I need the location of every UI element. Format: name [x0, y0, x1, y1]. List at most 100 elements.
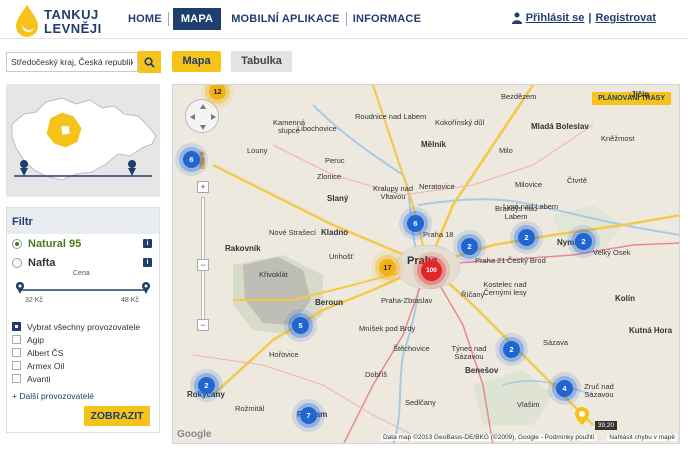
search-button[interactable] [138, 51, 161, 73]
more-operators-label: Další provozovatelé [19, 391, 94, 401]
operator-label: Agip [27, 334, 45, 345]
map-town: Kralupy nad Vltavou [372, 184, 414, 201]
nav-home[interactable]: HOME [122, 8, 168, 30]
station-cluster[interactable]: 2 [461, 238, 478, 255]
region-map[interactable] [6, 84, 160, 197]
fuel-drop-logo-icon [16, 5, 38, 37]
pan-control[interactable] [185, 99, 219, 133]
operator-all[interactable]: Vybrat všechny provozovatele [12, 320, 140, 333]
map-town: Kokořínský důl [435, 118, 485, 127]
google-logo: Google [177, 429, 212, 440]
radio-unselected[interactable] [12, 258, 22, 268]
map-town: Čtvrtě [567, 176, 588, 185]
map-town: Mělník [421, 140, 446, 149]
checkbox[interactable] [12, 361, 21, 370]
map-town: Kolín [615, 294, 635, 303]
tab-table[interactable]: Tabulka [231, 51, 292, 72]
operator-label: Vybrat všechny provozovatele [27, 321, 141, 332]
checkbox[interactable] [12, 374, 21, 383]
operator-armex[interactable]: Armex Oil [12, 359, 140, 372]
map-town: Praha 21 [475, 256, 506, 265]
report-map-error-link[interactable]: Nahlásit chybu v mapě [607, 434, 677, 441]
map-town: Roudnice nad Labem [355, 112, 427, 121]
station-cluster[interactable]: 100 [421, 260, 442, 281]
operator-albert[interactable]: Albert ČS [12, 346, 140, 359]
tab-map[interactable]: Mapa [172, 51, 221, 72]
station-cluster[interactable]: 17 [379, 259, 396, 276]
radio-selected[interactable] [12, 239, 22, 249]
map-town: Kostelec nad Černými lesy [483, 280, 527, 297]
map-town: Louny [247, 146, 268, 155]
station-cluster[interactable]: 4 [556, 380, 573, 397]
price-label: Cena [73, 270, 90, 277]
operator-label: Armex Oil [27, 360, 65, 371]
map-town: Mníšek pod Brdy [359, 324, 416, 333]
fuel-option-nafta[interactable]: Nafta [12, 257, 56, 269]
station-cluster[interactable]: 2 [575, 233, 592, 250]
logo-line2: LEVNĚJI [44, 21, 102, 36]
map-town: Český Brod [507, 256, 546, 265]
info-icon[interactable]: i [143, 239, 152, 248]
checkbox-checked[interactable] [12, 322, 21, 331]
fuel-station-marker-icon[interactable] [575, 407, 589, 425]
nav-map[interactable]: MAPA [172, 8, 222, 30]
operator-agip[interactable]: Agip [12, 333, 140, 346]
zoom-out-button[interactable]: − [197, 319, 209, 331]
map-town: Kutná Hora [629, 326, 673, 335]
search-icon [144, 56, 155, 68]
show-button[interactable]: ZOBRAZIT [84, 406, 150, 426]
fuel-label: Nafta [28, 257, 56, 269]
login-link[interactable]: Přihlásit se [526, 12, 585, 24]
map-town: Vlašim [517, 400, 540, 409]
station-cluster[interactable]: 2 [518, 229, 535, 246]
map-town: Slaný [327, 194, 349, 203]
map-town: Sázava [543, 338, 569, 347]
map-town: Benešov [465, 366, 499, 375]
checkbox[interactable] [12, 348, 21, 357]
station-cluster[interactable]: 7 [300, 407, 317, 424]
filter-panel: Filtr Natural 95 i Nafta i Cena 32 Kč 48… [6, 207, 160, 433]
nav-mobile-app[interactable]: MOBILNÍ APLIKACE [225, 8, 346, 30]
map-town: Praha-Zbraslav [381, 296, 433, 305]
operator-avanti[interactable]: Avanti [12, 372, 140, 385]
map-town: Kamenná slupce [272, 118, 306, 135]
logo-line1: TANKUJ [44, 7, 99, 22]
logo-text: TANKUJ LEVNĚJI [44, 8, 102, 36]
map-town: Beroun [315, 298, 343, 307]
filter-title: Filtr [7, 208, 159, 234]
station-cluster[interactable]: 2 [503, 341, 520, 358]
register-link[interactable]: Registrovat [595, 12, 656, 24]
map-town: Peruc [325, 156, 345, 165]
map-town: Unhošť [329, 252, 354, 261]
map-town: Dobříš [365, 370, 388, 379]
station-cluster[interactable]: 6 [183, 151, 200, 168]
location-search-input[interactable] [6, 52, 138, 72]
map-view[interactable]: + − − PLÁNOVÁNÍ TRASY Roudnice nad Labem… [172, 84, 680, 444]
station-cluster[interactable]: 6 [407, 215, 424, 232]
zoom-slider-handle[interactable]: − [197, 259, 209, 271]
station-cluster[interactable]: 2 [198, 377, 215, 394]
checkbox[interactable] [12, 335, 21, 344]
user-links: Přihlásit se | Registrovat [511, 12, 656, 24]
map-town: Týnec nad Sázavou [451, 344, 487, 361]
fuel-option-natural95[interactable]: Natural 95 [12, 238, 81, 250]
map-town: Praha 18 [423, 230, 454, 239]
map-town: Bezdězem [501, 92, 537, 101]
more-operators-link[interactable]: + Další provozovatelé [12, 391, 94, 401]
fuel-label: Natural 95 [28, 238, 82, 250]
zoom-in-button[interactable]: + [197, 181, 209, 193]
map-town: Kladno [321, 228, 349, 237]
station-cluster[interactable]: 5 [292, 317, 309, 334]
price-tag: 39,20 [594, 421, 617, 430]
map-attribution[interactable]: Data map ©2013 GeoBasis-DE/BKG (©2009), … [381, 434, 597, 441]
operator-label: Albert ČS [27, 347, 64, 358]
main-nav: HOME MAPA MOBILNÍ APLIKACE INFORMACE [122, 8, 427, 30]
map-town: Nové Strašecí [269, 228, 317, 237]
map-town: Neratovice [419, 182, 455, 191]
map-town: Sedlčany [405, 398, 436, 407]
map-town: Rakovník [225, 244, 261, 253]
map-town: Lysá nad Labem [503, 202, 559, 211]
info-icon[interactable]: i [143, 258, 152, 267]
nav-info[interactable]: INFORMACE [347, 8, 427, 30]
map-town: Mladá Boleslav [531, 122, 589, 131]
